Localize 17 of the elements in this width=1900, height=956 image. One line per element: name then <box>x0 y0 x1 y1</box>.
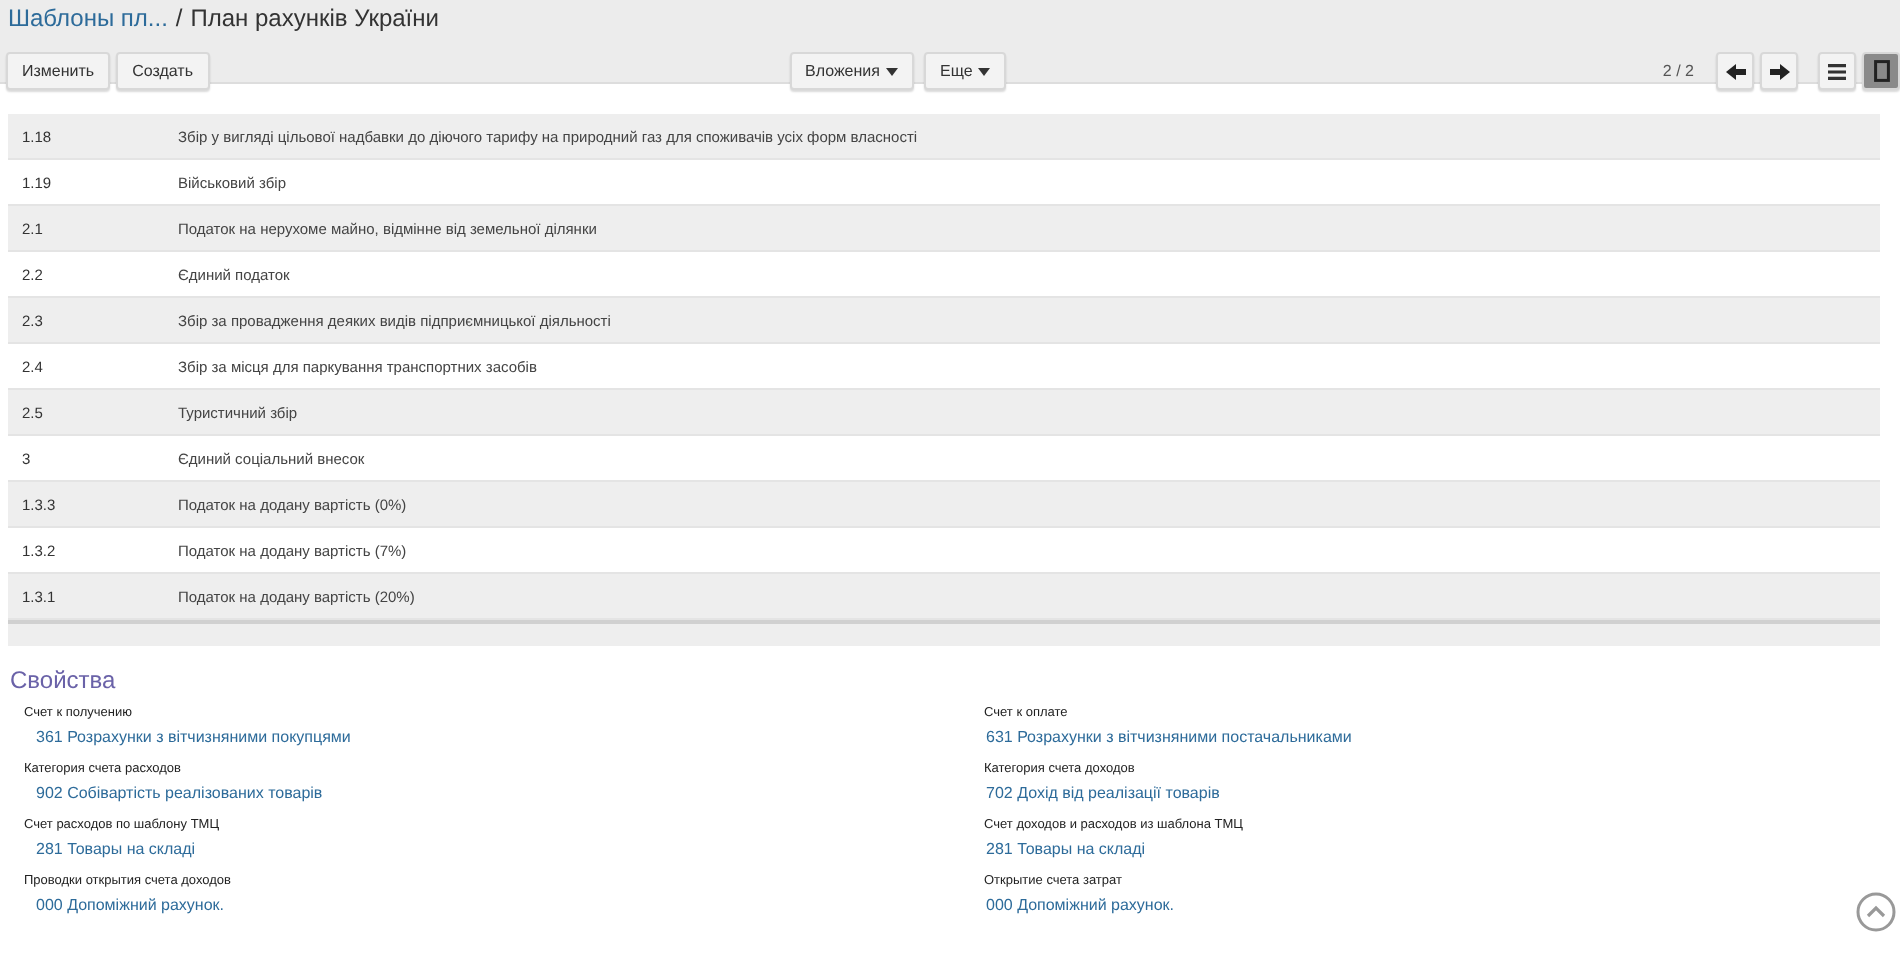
breadcrumb-current: План рахунків України <box>190 4 439 32</box>
field-link[interactable]: 000 Допоміжний рахунок. <box>984 896 1900 914</box>
breadcrumb-separator: / <box>175 4 183 32</box>
field-link[interactable]: 702 Дохід від реалізації товарів <box>984 784 1900 802</box>
pager-counter: 2 / 2 <box>1662 62 1694 80</box>
field-link[interactable]: 361 Розрахунки з вітчизняними покупцями <box>24 728 984 746</box>
field-link[interactable]: 000 Допоміжний рахунок. <box>24 896 984 914</box>
field-link[interactable]: 281 Товары на складі <box>984 840 1900 858</box>
dropdown-button[interactable]: Еще <box>923 52 1007 90</box>
dropdown-button[interactable]: Вложения <box>789 52 914 90</box>
breadcrumb-link[interactable]: Шаблоны пл... <box>8 4 168 32</box>
section-title: Свойства <box>10 666 118 694</box>
toolbar-button[interactable]: Изменить <box>6 52 111 90</box>
toolbar-button[interactable]: Создать <box>116 52 209 90</box>
field-link[interactable]: 902 Собівартість реалізованих товарів <box>24 784 984 802</box>
field-link[interactable]: 631 Розрахунки з вітчизняними постачальниками <box>984 728 1900 746</box>
field-link[interactable]: 281 Товары на складі <box>24 840 984 858</box>
